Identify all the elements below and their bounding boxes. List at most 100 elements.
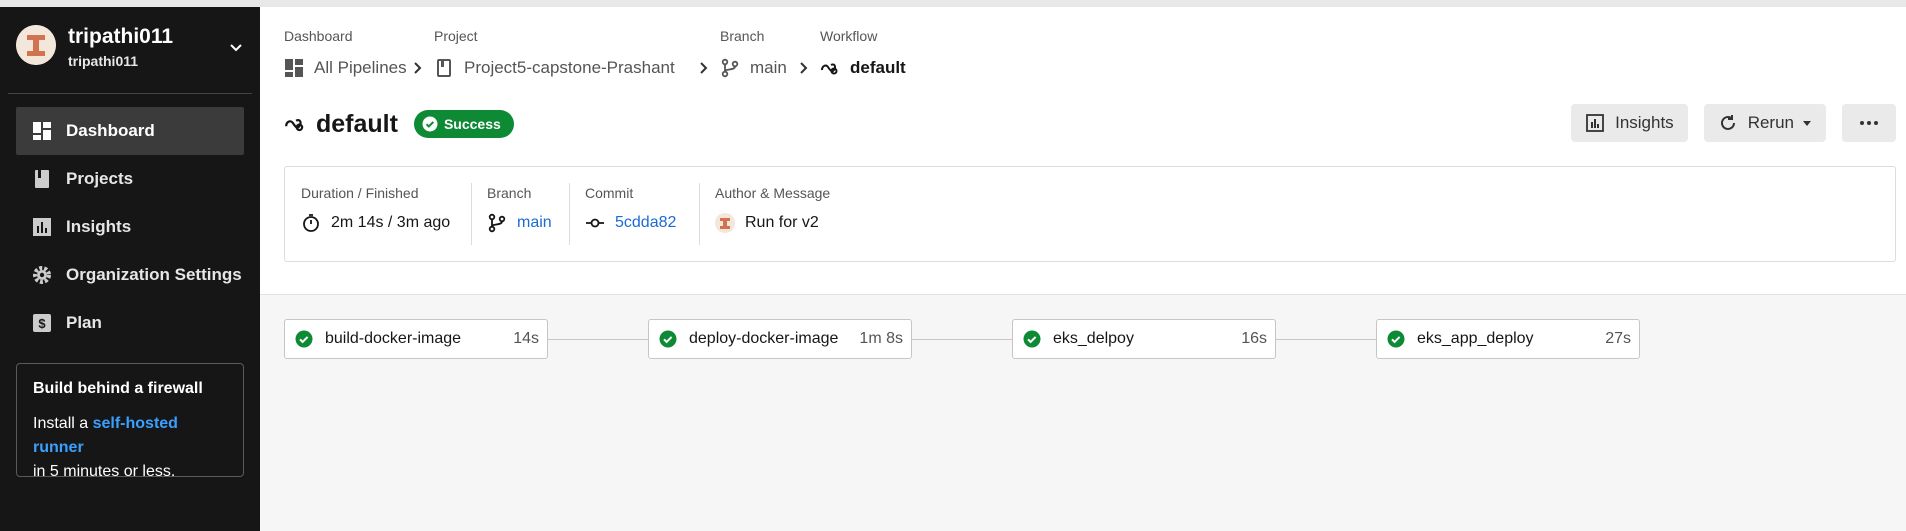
commit-link[interactable]: 5cdda82 bbox=[615, 214, 676, 232]
summary-value: 5cdda82 bbox=[585, 213, 676, 233]
sidebar-item-organization-settings[interactable]: Organization Settings bbox=[16, 251, 244, 299]
sidebar-item-insights[interactable]: Insights bbox=[16, 203, 244, 251]
job-card[interactable]: eks_app_deploy 27s bbox=[1376, 319, 1640, 359]
project-icon bbox=[434, 58, 454, 78]
breadcrumb-value: main bbox=[750, 58, 787, 77]
summary-value: Run for v2 bbox=[715, 213, 819, 233]
summary-header: Author & Message bbox=[715, 185, 831, 201]
job-duration: 1m 8s bbox=[859, 330, 903, 347]
job-name: build-docker-image bbox=[325, 330, 462, 347]
more-icon bbox=[1860, 121, 1878, 125]
page-title: default bbox=[316, 109, 398, 138]
branch-link[interactable]: main bbox=[517, 214, 552, 232]
breadcrumb-branch-link[interactable]: main bbox=[720, 58, 787, 78]
job-duration: 14s bbox=[513, 330, 539, 347]
commit-icon bbox=[585, 213, 605, 233]
summary-value: main bbox=[487, 213, 552, 233]
job-connector bbox=[1276, 339, 1376, 340]
more-actions-button[interactable] bbox=[1842, 104, 1896, 142]
sidebar-item-dashboard[interactable]: Dashboard bbox=[16, 107, 244, 155]
promo-title: Build behind a firewall bbox=[33, 380, 203, 397]
summary-header: Commit bbox=[585, 185, 634, 201]
caret-down-icon bbox=[1803, 121, 1811, 126]
divider bbox=[569, 183, 570, 245]
chevron-down-icon[interactable] bbox=[228, 39, 244, 55]
firewall-promo: Build behind a firewall Install a self-h… bbox=[16, 363, 244, 480]
sidebar: tripathi011 tripathi011 Dashboard Projec… bbox=[0, 0, 260, 531]
status-label: Success bbox=[443, 116, 501, 132]
workflow-icon bbox=[285, 119, 304, 132]
sidebar-item-plan[interactable]: $ Plan bbox=[16, 299, 244, 347]
breadcrumb-project-link[interactable]: Project5-capstone-Prashant bbox=[434, 58, 675, 78]
insights-icon bbox=[1586, 114, 1604, 132]
check-circle-icon bbox=[295, 330, 313, 348]
duration-value: 2m 14s / 3m ago bbox=[331, 214, 451, 231]
gear-icon bbox=[32, 265, 52, 285]
summary-value: 2m 14s / 3m ago bbox=[301, 213, 450, 233]
workflow-icon bbox=[820, 58, 840, 78]
breadcrumb-workflow-current: default bbox=[820, 58, 906, 78]
sidebar-item-label: Plan bbox=[66, 313, 102, 332]
chevron-right-icon bbox=[414, 62, 422, 74]
branch-icon bbox=[487, 213, 507, 233]
workflow-graph: build-docker-image 14s deploy-docker-ima… bbox=[260, 294, 1906, 531]
dashboard-icon bbox=[284, 58, 304, 78]
stopwatch-icon bbox=[301, 213, 321, 233]
check-circle-icon bbox=[659, 330, 677, 348]
breadcrumb-branch: Branch main bbox=[720, 28, 787, 78]
sidebar-item-label: Projects bbox=[66, 169, 134, 188]
breadcrumb-header: Workflow bbox=[820, 28, 878, 44]
org-sub: tripathi011 bbox=[68, 53, 139, 69]
job-card[interactable]: build-docker-image 14s bbox=[284, 319, 548, 359]
branch-icon bbox=[720, 58, 740, 78]
header-actions: Insights Rerun bbox=[1555, 104, 1896, 142]
sidebar-item-label: Organization Settings bbox=[66, 265, 242, 284]
insights-button-label: Insights bbox=[1615, 113, 1674, 132]
breadcrumb-dashboard: Dashboard All Pipelines bbox=[284, 28, 407, 77]
check-circle-icon bbox=[1387, 330, 1405, 348]
promo-text: Install a self-hosted runner in 5 minute… bbox=[33, 412, 227, 484]
status-badge: Success bbox=[413, 110, 514, 138]
breadcrumb-value: All Pipelines bbox=[314, 58, 407, 77]
sidebar-nav: Dashboard Projects Insights Organization… bbox=[16, 107, 244, 347]
promo-text-pre: Install a bbox=[33, 415, 93, 432]
breadcrumb-all-pipelines-link[interactable]: All Pipelines bbox=[284, 58, 407, 78]
check-circle-icon bbox=[422, 116, 438, 132]
breadcrumb-value: Project5-capstone-Prashant bbox=[464, 58, 675, 77]
job-name: eks_delpoy bbox=[1053, 330, 1134, 347]
job-card[interactable]: deploy-docker-image 1m 8s bbox=[648, 319, 912, 359]
job-card[interactable]: eks_delpoy 16s bbox=[1012, 319, 1276, 359]
projects-icon bbox=[32, 169, 52, 189]
divider bbox=[699, 183, 700, 245]
breadcrumb-header: Project bbox=[434, 28, 478, 44]
workflow-header: default Success bbox=[284, 106, 514, 142]
job-name: deploy-docker-image bbox=[689, 330, 839, 347]
summary-header: Duration / Finished bbox=[301, 185, 419, 201]
insights-button[interactable]: Insights bbox=[1571, 104, 1688, 142]
org-switcher[interactable]: tripathi011 tripathi011 bbox=[16, 25, 244, 75]
divider bbox=[471, 183, 472, 245]
dollar-icon: $ bbox=[32, 313, 52, 333]
job-name: eks_app_deploy bbox=[1417, 330, 1534, 347]
sidebar-item-projects[interactable]: Projects bbox=[16, 155, 244, 203]
rerun-button-label: Rerun bbox=[1747, 113, 1794, 132]
svg-text:$: $ bbox=[38, 316, 46, 331]
breadcrumb-workflow: Workflow default bbox=[820, 28, 906, 77]
job-connector bbox=[912, 339, 1012, 340]
breadcrumb-value: default bbox=[850, 58, 906, 77]
org-name: tripathi011 bbox=[68, 25, 174, 48]
job-duration: 16s bbox=[1241, 330, 1267, 347]
insights-icon bbox=[32, 217, 52, 237]
commit-message: Run for v2 bbox=[745, 214, 819, 231]
author-avatar bbox=[715, 213, 735, 233]
pipeline-summary: Duration / Finished 2m 14s / 3m ago Bran… bbox=[284, 166, 1896, 262]
breadcrumb-project: Project Project5-capstone-Prashant bbox=[434, 28, 675, 77]
job-connector bbox=[548, 339, 648, 340]
main-content: Dashboard All Pipelines Project Project5… bbox=[260, 0, 1906, 531]
check-circle-icon bbox=[1023, 330, 1041, 348]
chevron-right-icon bbox=[800, 62, 808, 74]
rerun-button[interactable]: Rerun bbox=[1703, 104, 1826, 142]
rerun-icon bbox=[1720, 115, 1735, 130]
promo-text-post: in 5 minutes or less. bbox=[33, 463, 176, 480]
sidebar-item-label: Insights bbox=[66, 217, 132, 236]
